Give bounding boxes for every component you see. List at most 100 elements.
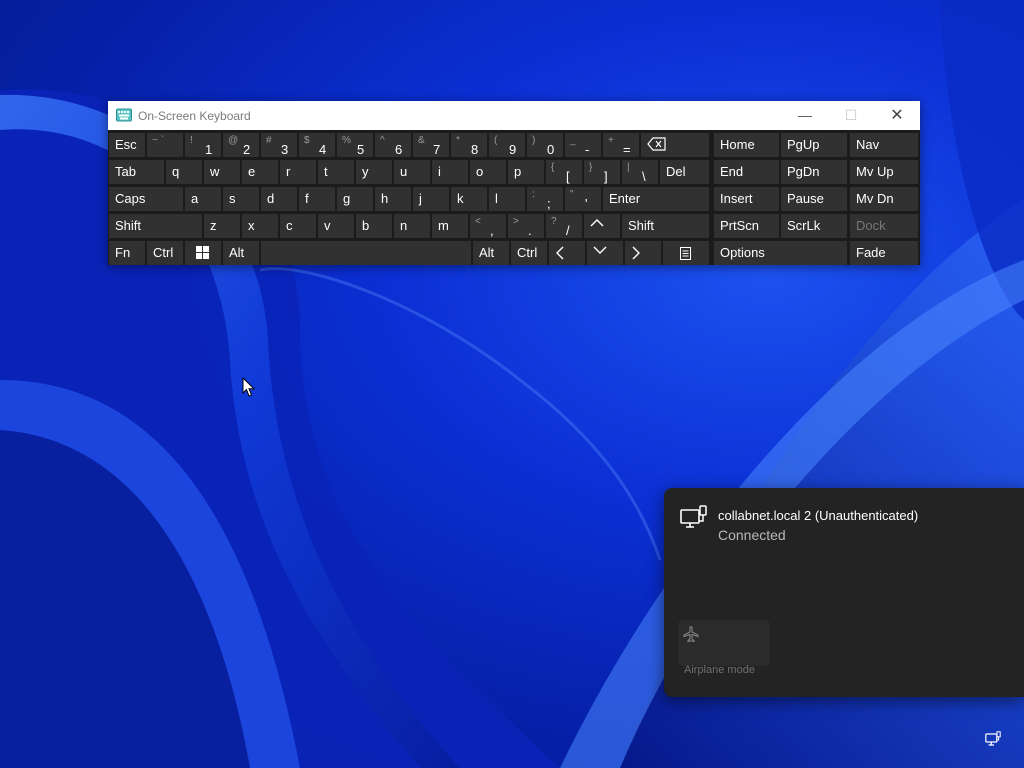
key-7[interactable]: & 7 (413, 133, 449, 157)
key-2[interactable]: @2 (223, 133, 259, 157)
key-home[interactable]: Home (714, 133, 779, 157)
key-left-shift[interactable]: Shift (109, 214, 202, 238)
key-i[interactable]: i (432, 160, 468, 184)
key-caps[interactable]: Caps (109, 187, 183, 211)
key-label: s (229, 191, 236, 206)
close-button[interactable]: ✕ (874, 101, 920, 130)
key-backtick[interactable]: ~ ` (147, 133, 183, 157)
key-pause[interactable]: Pause (781, 187, 847, 211)
key-8[interactable]: * 8 (451, 133, 487, 157)
key-insert[interactable]: Insert (714, 187, 779, 211)
key-prtscn[interactable]: PrtScn (714, 214, 779, 238)
key-label: z (210, 218, 217, 233)
key-space[interactable] (261, 241, 471, 265)
key-windows[interactable] (185, 241, 221, 265)
key-q[interactable]: q (166, 160, 202, 184)
key-right-shift[interactable]: Shift (622, 214, 709, 238)
key-a[interactable]: a (185, 187, 221, 211)
key-fade[interactable]: Fade (850, 241, 918, 265)
key-options[interactable]: Options (714, 241, 847, 265)
key-pgdn[interactable]: PgDn (781, 160, 847, 184)
key-move-up[interactable]: Mv Up (850, 160, 918, 184)
key-arrow-right[interactable] (625, 241, 661, 265)
key-shift-label: { (551, 162, 555, 173)
key-backslash[interactable]: | \ (622, 160, 658, 184)
key-y[interactable]: y (356, 160, 392, 184)
key-period[interactable]: >. (508, 214, 544, 238)
key-equals[interactable]: + = (603, 133, 639, 157)
key-minus[interactable]: _ - (565, 133, 601, 157)
key-enter[interactable]: Enter (603, 187, 709, 211)
key-main-label: 3 (281, 142, 289, 157)
maximize-button[interactable]: ☐ (828, 101, 874, 130)
key-del[interactable]: Del (660, 160, 709, 184)
key-move-down[interactable]: Mv Dn (850, 187, 918, 211)
key-main-label: . (528, 223, 532, 238)
key-x[interactable]: x (242, 214, 278, 238)
key-left-ctrl[interactable]: Ctrl (147, 241, 183, 265)
key-1[interactable]: ! 1 (185, 133, 221, 157)
key-9[interactable]: (9 (489, 133, 525, 157)
key-l[interactable]: l (489, 187, 525, 211)
key-menu[interactable] (663, 241, 709, 265)
key-shift-label: % (342, 135, 351, 146)
key-m[interactable]: m (432, 214, 468, 238)
key-5[interactable]: % 5 (337, 133, 373, 157)
key-esc[interactable]: Esc (109, 133, 145, 157)
key-e[interactable]: e (242, 160, 278, 184)
key-main-label: 1 (205, 142, 213, 157)
key-dock[interactable]: Dock (850, 214, 918, 238)
key-label: Tab (115, 164, 136, 179)
key-right-bracket[interactable]: }] (584, 160, 620, 184)
key-quote[interactable]: " ' (565, 187, 601, 211)
key-o[interactable]: o (470, 160, 506, 184)
key-semicolon[interactable]: :; (527, 187, 563, 211)
key-v[interactable]: v (318, 214, 354, 238)
airplane-icon (683, 626, 699, 643)
key-arrow-down[interactable] (587, 241, 623, 265)
key-p[interactable]: p (508, 160, 544, 184)
key-arrow-up[interactable] (584, 214, 620, 238)
key-d[interactable]: d (261, 187, 297, 211)
key-w[interactable]: w (204, 160, 240, 184)
key-u[interactable]: u (394, 160, 430, 184)
key-c[interactable]: c (280, 214, 316, 238)
key-end[interactable]: End (714, 160, 779, 184)
key-right-ctrl[interactable]: Ctrl (511, 241, 547, 265)
key-h[interactable]: h (375, 187, 411, 211)
key-label: End (720, 164, 744, 179)
key-4[interactable]: $4 (299, 133, 335, 157)
key-nav[interactable]: Nav (850, 133, 918, 157)
key-t[interactable]: t (318, 160, 354, 184)
key-pgup[interactable]: PgUp (781, 133, 847, 157)
minimize-button[interactable]: — (782, 101, 828, 130)
key-b[interactable]: b (356, 214, 392, 238)
key-f[interactable]: f (299, 187, 335, 211)
key-tab[interactable]: Tab (109, 160, 164, 184)
key-label: Fade (856, 245, 886, 260)
key-left-alt[interactable]: Alt (223, 241, 259, 265)
key-j[interactable]: j (413, 187, 449, 211)
key-n[interactable]: n (394, 214, 430, 238)
key-6[interactable]: ^ 6 (375, 133, 411, 157)
network-tray-icon[interactable] (985, 731, 1001, 747)
key-3[interactable]: #3 (261, 133, 297, 157)
key-z[interactable]: z (204, 214, 240, 238)
key-shift-label: < (475, 216, 481, 227)
key-k[interactable]: k (451, 187, 487, 211)
key-arrow-left[interactable] (549, 241, 585, 265)
key-label: Del (666, 164, 686, 179)
network-name[interactable]: collabnet.local 2 (Unauthenticated) (718, 508, 918, 523)
key-left-bracket[interactable]: {[ (546, 160, 582, 184)
key-slash[interactable]: ? / (546, 214, 582, 238)
key-g[interactable]: g (337, 187, 373, 211)
key-comma[interactable]: <, (470, 214, 506, 238)
key-right-alt[interactable]: Alt (473, 241, 509, 265)
key-0[interactable]: ) 0 (527, 133, 563, 157)
key-scrlk[interactable]: ScrLk (781, 214, 847, 238)
key-s[interactable]: s (223, 187, 259, 211)
key-fn[interactable]: Fn (109, 241, 145, 265)
key-backspace[interactable] (641, 133, 709, 157)
key-r[interactable]: r (280, 160, 316, 184)
title-bar[interactable]: On-Screen Keyboard — ☐ ✕ (108, 101, 920, 130)
